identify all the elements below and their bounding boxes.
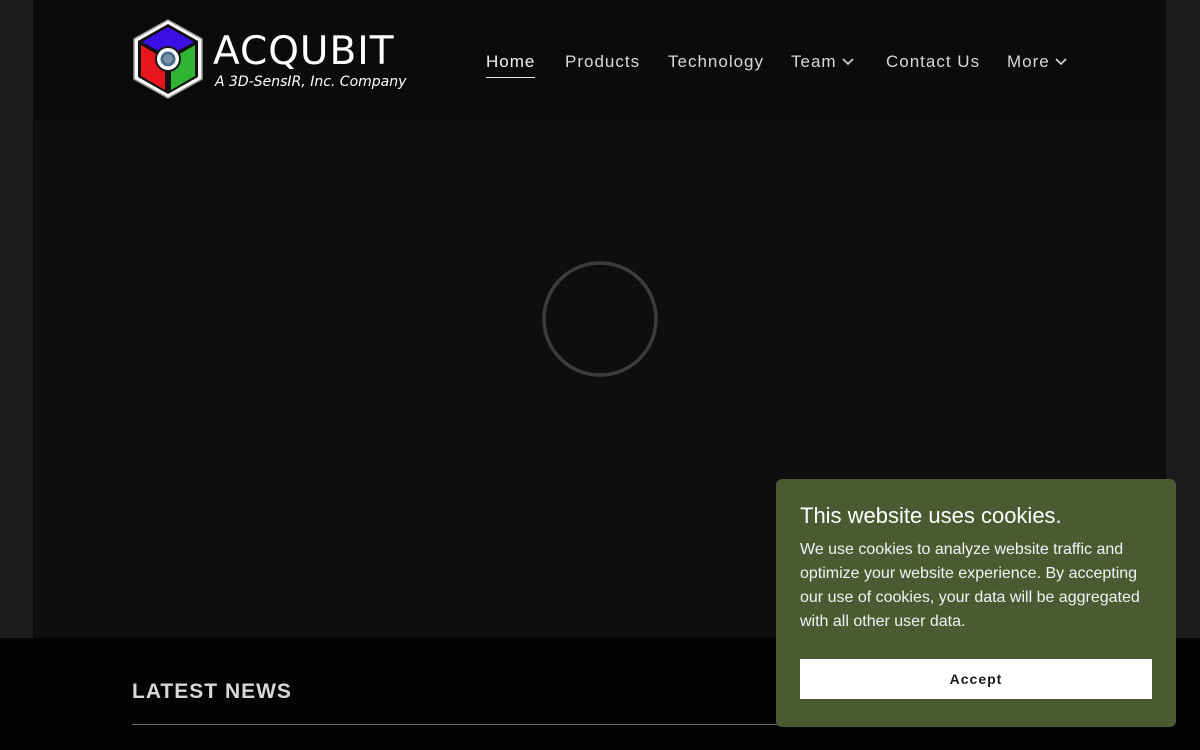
nav-item-label: More	[1007, 52, 1050, 71]
nav-item-contact-us[interactable]: Contact Us	[886, 51, 980, 75]
page: ACQUBIT A 3D-SensIR, Inc. Company Home P…	[0, 0, 1200, 750]
nav-item-technology[interactable]: Technology	[668, 51, 764, 75]
nav-item-label: Technology	[668, 52, 765, 71]
section-title: LATEST NEWS	[132, 680, 292, 703]
nav-item-label: Products	[565, 52, 641, 71]
nav-item-label: Team	[791, 52, 837, 71]
cookie-banner: This website uses cookies. We use cookie…	[776, 479, 1176, 727]
section-divider	[132, 724, 832, 725]
chevron-down-icon	[1055, 56, 1067, 66]
loading-spinner-icon	[542, 261, 658, 377]
cookie-message: We use cookies to analyze website traffi…	[800, 541, 1140, 630]
cube-logo-icon	[133, 19, 203, 99]
nav-item-home[interactable]: Home	[486, 51, 536, 78]
brand-name: ACQUBIT	[213, 29, 395, 74]
nav-item-label: Contact Us	[886, 52, 981, 71]
nav-item-products[interactable]: Products	[565, 51, 640, 75]
accept-cookies-button[interactable]: Accept	[800, 659, 1152, 699]
nav-item-team[interactable]: Team	[791, 51, 854, 75]
nav-item-label: Home	[486, 52, 536, 71]
nav-item-more[interactable]: More	[1007, 51, 1067, 75]
chevron-down-icon	[842, 56, 854, 66]
brand-tagline: A 3D-SensIR, Inc. Company	[215, 74, 407, 90]
cookie-title: This website uses cookies.	[800, 503, 1062, 528]
left-gutter	[0, 0, 33, 638]
